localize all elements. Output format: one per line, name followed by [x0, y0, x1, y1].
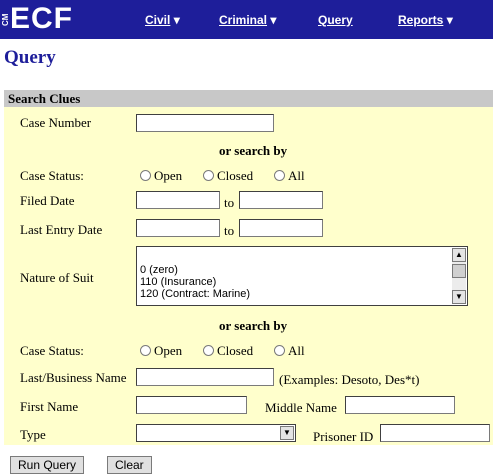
- radio-icon: [274, 345, 285, 356]
- last-business-name-label: Last/Business Name: [20, 370, 127, 385]
- to-label: to: [224, 223, 235, 238]
- menu-criminal-label: Criminal: [219, 13, 268, 27]
- scroll-up-icon[interactable]: ▲: [452, 248, 466, 262]
- scroll-down-icon[interactable]: ▼: [452, 290, 466, 304]
- first-name-label: First Name: [20, 399, 79, 414]
- case-number-label: Case Number: [20, 115, 92, 130]
- first-name-input[interactable]: [136, 396, 247, 414]
- scrollbar[interactable]: ▲ ▼: [452, 248, 466, 304]
- nature-of-suit-label: Nature of Suit: [20, 270, 94, 285]
- status-open-radio[interactable]: Open: [140, 168, 182, 184]
- last-entry-date-label: Last Entry Date: [20, 222, 103, 237]
- middle-name-input[interactable]: [345, 396, 455, 414]
- case-number-input[interactable]: [136, 114, 274, 132]
- last-business-name-input[interactable]: [136, 368, 274, 386]
- menu-query-label: Query: [318, 13, 353, 27]
- page-title: Query: [4, 47, 56, 68]
- or-search-by: or search by: [219, 143, 288, 158]
- radio-label: Closed: [217, 343, 254, 358]
- section-header: Search Clues: [4, 90, 493, 107]
- chevron-down-icon: ▾: [446, 13, 453, 27]
- filed-date-to-input[interactable]: [239, 191, 323, 209]
- scroll-thumb[interactable]: [452, 264, 466, 278]
- run-query-button[interactable]: Run Query: [10, 456, 85, 474]
- type-select[interactable]: ▼: [136, 424, 296, 442]
- clear-button[interactable]: Clear: [107, 456, 152, 474]
- last-entry-from-input[interactable]: [136, 219, 220, 237]
- radio-label: All: [288, 343, 305, 358]
- or-search-by: or search by: [219, 318, 288, 333]
- radio-label: Closed: [217, 168, 254, 183]
- radio-icon: [203, 170, 214, 181]
- prisoner-id-label: Prisoner ID: [313, 429, 374, 444]
- status-all-radio[interactable]: All: [274, 343, 305, 359]
- case-status-label: Case Status:: [20, 343, 84, 358]
- examples-hint: (Examples: Desoto, Des*t): [279, 372, 420, 387]
- radio-icon: [140, 345, 151, 356]
- nature-of-suit-list[interactable]: 0 (zero) 110 (Insurance) 120 (Contract: …: [136, 246, 468, 306]
- status-all-radio[interactable]: All: [274, 168, 305, 184]
- type-label: Type: [20, 427, 46, 442]
- prisoner-id-input[interactable]: [380, 424, 490, 442]
- radio-label: All: [288, 168, 305, 183]
- radio-icon: [203, 345, 214, 356]
- filed-date-label: Filed Date: [20, 193, 75, 208]
- top-nav-bar: CM ECF Civil ▾ Criminal ▾ Query Reports …: [0, 0, 493, 39]
- list-item[interactable]: 110 (Insurance): [140, 276, 250, 288]
- radio-label: Open: [154, 168, 183, 183]
- list-item[interactable]: 0 (zero): [140, 264, 250, 276]
- chevron-down-icon: ▾: [173, 13, 180, 27]
- middle-name-label: Middle Name: [265, 400, 337, 415]
- chevron-down-icon[interactable]: ▼: [280, 426, 294, 440]
- menu-criminal[interactable]: Criminal ▾: [219, 13, 276, 27]
- status-open-radio[interactable]: Open: [140, 343, 182, 359]
- filed-date-from-input[interactable]: [136, 191, 220, 209]
- to-label: to: [224, 195, 235, 210]
- last-entry-to-input[interactable]: [239, 219, 323, 237]
- menu-civil[interactable]: Civil ▾: [145, 13, 180, 27]
- menu-civil-label: Civil: [145, 13, 171, 27]
- status-closed-radio[interactable]: Closed: [203, 343, 253, 359]
- logo-ecf: ECF: [10, 2, 73, 35]
- radio-label: Open: [154, 343, 183, 358]
- menu-query[interactable]: Query: [318, 13, 353, 27]
- section-header-label: Search Clues: [8, 91, 81, 106]
- chevron-down-icon: ▾: [270, 13, 277, 27]
- status-closed-radio[interactable]: Closed: [203, 168, 253, 184]
- list-item[interactable]: 120 (Contract: Marine): [140, 288, 250, 300]
- radio-icon: [274, 170, 285, 181]
- radio-icon: [140, 170, 151, 181]
- menu-reports[interactable]: Reports ▾: [398, 13, 453, 27]
- menu-reports-label: Reports: [398, 13, 444, 27]
- case-status-label: Case Status:: [20, 168, 84, 183]
